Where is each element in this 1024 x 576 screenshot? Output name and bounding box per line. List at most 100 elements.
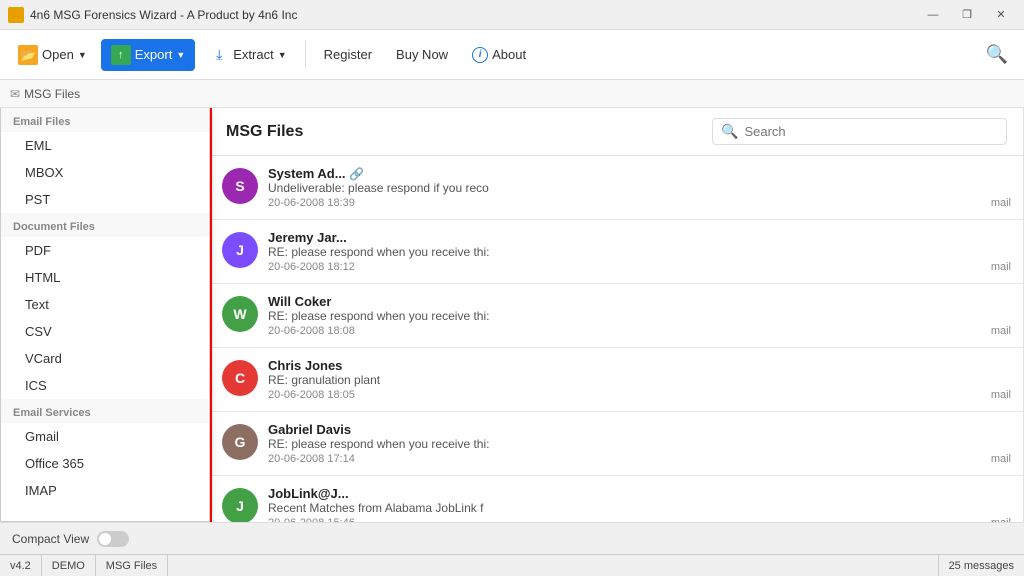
statusbar-file: MSG Files — [96, 555, 168, 576]
window-controls: — ❐ ✕ — [918, 5, 1016, 25]
email-list-item[interactable]: C Chris Jones RE: granulation plant 20-0… — [210, 348, 1023, 412]
register-button[interactable]: Register — [314, 41, 382, 68]
email-meta: 20-06-2008 18:39 mail — [268, 197, 1011, 209]
email-date: 20-06-2008 18:05 — [268, 389, 355, 401]
email-content: Gabriel Davis RE: please respond when yo… — [268, 422, 1011, 465]
statusbar-mode: DEMO — [42, 555, 96, 576]
extract-label: Extract — [233, 47, 273, 62]
compact-view-toggle[interactable] — [97, 531, 129, 547]
email-subject: Undeliverable: please respond if you rec… — [268, 181, 1011, 195]
avatar: C — [222, 360, 258, 396]
email-date: 20-06-2008 17:14 — [268, 453, 355, 465]
menu-item[interactable]: PST — [1, 186, 209, 213]
bottom-bar: Compact View — [0, 522, 1024, 554]
main-area: Email FilesEMLMBOXPSTDocument FilesPDFHT… — [0, 108, 1024, 522]
statusbar: v4.2 DEMO MSG Files 25 messages — [0, 554, 1024, 576]
extract-icon: ⤓ — [209, 45, 229, 65]
extract-dropdown-arrow: ▼ — [278, 50, 287, 60]
email-list-item[interactable]: S System Ad... 🔗 Undeliverable: please r… — [210, 156, 1023, 220]
export-dropdown-arrow: ▼ — [176, 50, 185, 60]
email-meta: 20-06-2008 18:12 mail — [268, 261, 1011, 273]
email-content: Chris Jones RE: granulation plant 20-06-… — [268, 358, 1011, 401]
email-meta: 20-06-2008 18:05 mail — [268, 389, 1011, 401]
app-icon — [8, 7, 24, 23]
menu-section-label: Email Services — [1, 399, 209, 423]
export-dropdown-menu: Email FilesEMLMBOXPSTDocument FilesPDFHT… — [0, 108, 210, 522]
email-list-item[interactable]: G Gabriel Davis RE: please respond when … — [210, 412, 1023, 476]
menu-item[interactable]: ICS — [1, 372, 209, 399]
email-type: mail — [991, 197, 1011, 209]
email-type: mail — [991, 453, 1011, 465]
open-label: Open — [42, 47, 74, 62]
export-label: Export — [135, 47, 173, 62]
export-button[interactable]: ↑ Export ▼ — [101, 39, 196, 71]
minimize-button[interactable]: — — [918, 5, 948, 25]
extract-button[interactable]: ⤓ Extract ▼ — [199, 39, 296, 71]
about-label: About — [492, 47, 526, 62]
email-list-item[interactable]: J Jeremy Jar... RE: please respond when … — [210, 220, 1023, 284]
maximize-button[interactable]: ❐ — [952, 5, 982, 25]
email-from: Chris Jones — [268, 358, 1011, 373]
menu-item[interactable]: CSV — [1, 318, 209, 345]
menu-item[interactable]: Office 365 — [1, 450, 209, 477]
email-from: Jeremy Jar... — [268, 230, 1011, 245]
email-panel-header: MSG Files 🔍 — [210, 108, 1023, 156]
email-from: Will Coker — [268, 294, 1011, 309]
search-input[interactable] — [744, 124, 998, 139]
email-panel-title: MSG Files — [226, 123, 303, 141]
about-button[interactable]: i About — [462, 41, 536, 69]
email-meta: 20-06-2008 17:14 mail — [268, 453, 1011, 465]
email-list-item[interactable]: W Will Coker RE: please respond when you… — [210, 284, 1023, 348]
breadcrumb-icon: ✉ — [10, 87, 20, 101]
menu-item[interactable]: VCard — [1, 345, 209, 372]
attachment-icon: 🔗 — [349, 167, 364, 181]
statusbar-version: v4.2 — [0, 555, 42, 576]
menu-section-label: Email Files — [1, 108, 209, 132]
about-icon: i — [472, 47, 488, 63]
search-box[interactable]: 🔍 — [712, 118, 1007, 145]
email-from: System Ad... 🔗 — [268, 166, 1011, 181]
menu-item[interactable]: PDF — [1, 237, 209, 264]
email-subject: RE: granulation plant — [268, 373, 1011, 387]
compact-view-label: Compact View — [12, 532, 89, 546]
menu-item[interactable]: Text — [1, 291, 209, 318]
email-panel: MSG Files 🔍 S System Ad... 🔗 Undeliverab… — [210, 108, 1024, 522]
titlebar: 4n6 MSG Forensics Wizard - A Product by … — [0, 0, 1024, 30]
register-label: Register — [324, 47, 372, 62]
statusbar-message-count: 25 messages — [938, 555, 1024, 576]
email-date: 20-06-2008 18:12 — [268, 261, 355, 273]
email-content: System Ad... 🔗 Undeliverable: please res… — [268, 166, 1011, 209]
avatar: W — [222, 296, 258, 332]
email-list-item[interactable]: J JobLink@J... Recent Matches from Alaba… — [210, 476, 1023, 522]
app-title: 4n6 MSG Forensics Wizard - A Product by … — [30, 8, 918, 22]
toolbar-divider — [305, 41, 306, 69]
avatar: J — [222, 232, 258, 268]
avatar: G — [222, 424, 258, 460]
email-date: 20-06-2008 18:39 — [268, 197, 355, 209]
open-dropdown-arrow: ▼ — [78, 50, 87, 60]
email-date: 20-06-2008 18:08 — [268, 325, 355, 337]
menu-item[interactable]: EML — [1, 132, 209, 159]
breadcrumb-path: MSG Files — [24, 87, 80, 101]
menu-item[interactable]: MBOX — [1, 159, 209, 186]
search-box-icon: 🔍 — [721, 123, 738, 140]
buy-now-button[interactable]: Buy Now — [386, 41, 458, 68]
avatar: S — [222, 168, 258, 204]
search-icon[interactable]: 🔍 — [978, 40, 1016, 69]
open-icon: 📂 — [18, 45, 38, 65]
email-type: mail — [991, 325, 1011, 337]
email-type: mail — [991, 389, 1011, 401]
email-from: Gabriel Davis — [268, 422, 1011, 437]
email-subject: RE: please respond when you receive thi: — [268, 245, 1011, 259]
menu-item[interactable]: IMAP — [1, 477, 209, 504]
email-subject: RE: please respond when you receive thi: — [268, 309, 1011, 323]
email-meta: 20-06-2008 18:08 mail — [268, 325, 1011, 337]
close-button[interactable]: ✕ — [986, 5, 1016, 25]
open-button[interactable]: 📂 Open ▼ — [8, 39, 97, 71]
buy-now-label: Buy Now — [396, 47, 448, 62]
email-content: Jeremy Jar... RE: please respond when yo… — [268, 230, 1011, 273]
menu-item[interactable]: Gmail — [1, 423, 209, 450]
menu-item[interactable]: HTML — [1, 264, 209, 291]
breadcrumb: ✉ MSG Files — [0, 80, 1024, 108]
toolbar: 📂 Open ▼ ↑ Export ▼ ⤓ Extract ▼ Register… — [0, 30, 1024, 80]
